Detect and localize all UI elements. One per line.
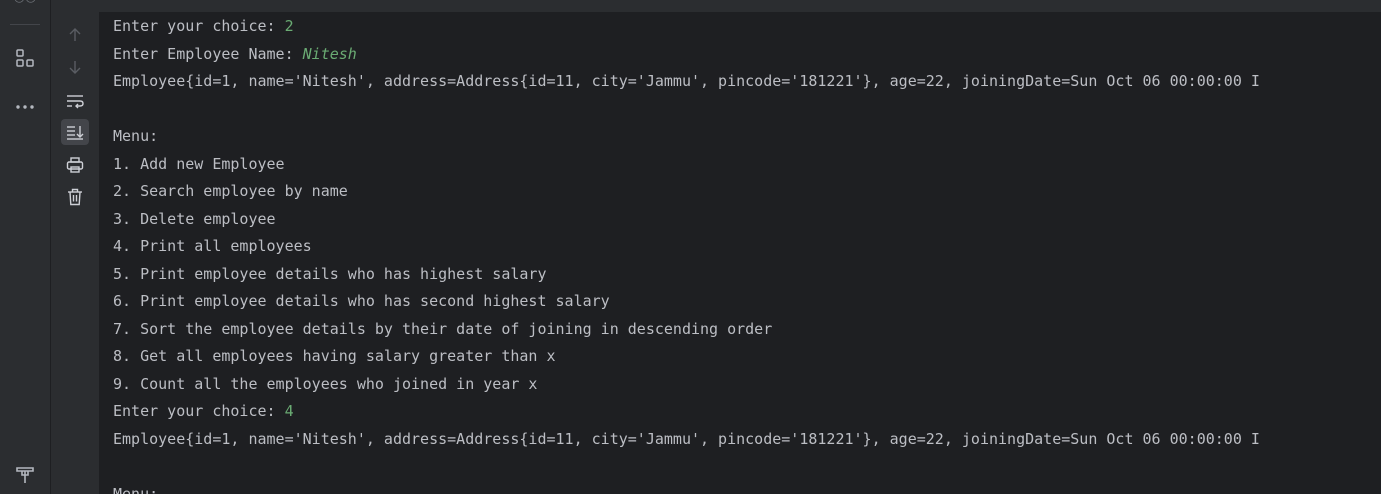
user-input: 4 [284,402,294,420]
ide-window: ○○ [0,0,1381,494]
console-line: Enter your choice: 4 [113,401,294,421]
console-line: 7. Sort the employee details by their da… [113,320,773,338]
console-toolbar [51,12,100,494]
console-line: 1. Add new Employee [113,155,285,173]
prompt-text: Enter Employee Name: [113,45,303,63]
console-line: 4. Print all employees [113,237,312,255]
console-line: Employee{id=1, name='Nitesh', address=Ad… [113,430,1260,448]
console-output[interactable]: Enter your choice: 2 Enter Employee Name… [100,12,1381,494]
prompt-text: Enter your choice: [113,17,285,35]
strip-separator [10,24,40,25]
clear-all-icon[interactable] [61,184,89,210]
soft-wrap-icon[interactable] [61,88,89,114]
console-line: Menu: [113,485,159,494]
console-line: Enter your choice: 2 [113,16,294,36]
scroll-up-icon[interactable] [61,22,89,48]
structure-icon[interactable] [9,44,41,72]
console-line: Enter Employee Name: Nitesh [113,44,357,64]
tool-window-icon-partial[interactable]: ○○ [0,0,50,4]
build-icon[interactable] [9,460,41,488]
console-line: Menu: [113,127,159,145]
tool-window-strip: ○○ [0,0,51,494]
console-line: 3. Delete employee [113,210,276,228]
console-line: Employee{id=1, name='Nitesh', address=Ad… [113,72,1260,90]
user-input: 2 [284,17,294,35]
console-line: 5. Print employee details who has highes… [113,265,547,283]
console-line: 8. Get all employees having salary great… [113,347,556,365]
scroll-down-icon[interactable] [61,54,89,80]
console-line: 2. Search employee by name [113,182,348,200]
console-line: 6. Print employee details who has second… [113,292,610,310]
console-line: 9. Count all the employees who joined in… [113,375,538,393]
user-input: Nitesh [302,45,357,63]
print-icon[interactable] [61,152,89,178]
more-icon[interactable] [9,93,41,121]
prompt-text: Enter your choice: [113,402,285,420]
scroll-to-end-icon[interactable] [61,119,89,145]
